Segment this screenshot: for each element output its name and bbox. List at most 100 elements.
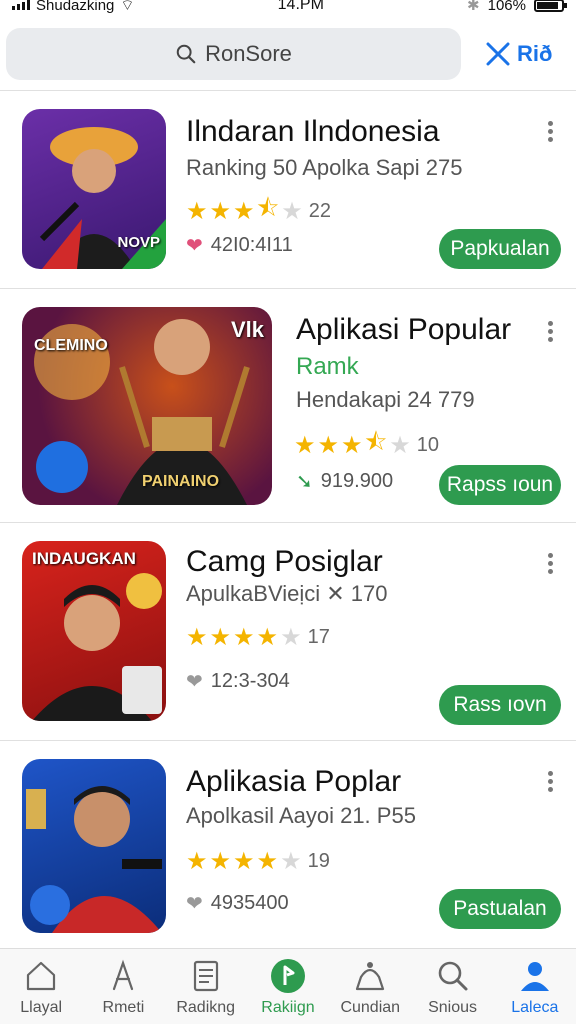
app-icon-label: INDAUGKAN <box>32 549 136 568</box>
app-card[interactable]: Aplikasia Poplar Apolkasil Aayoi 21. P55… <box>0 740 576 948</box>
star-empty-icon: ★ <box>280 624 302 651</box>
nav-item-list[interactable]: Radikng <box>165 949 247 1024</box>
meta-value: 12:3-304 <box>210 670 290 692</box>
category-icon <box>356 962 385 991</box>
status-left: Shudazking ⌔ <box>12 0 135 15</box>
rating-stars: ★ ★ ★ ★ ★ 17 <box>186 623 330 652</box>
app-title[interactable]: Aplikasia Poplar <box>186 765 401 799</box>
nav-item-ranking[interactable]: Rakiign <box>247 949 329 1024</box>
search-icon <box>176 44 196 64</box>
apps-icon <box>113 959 134 991</box>
star-icon: ★ <box>186 848 208 875</box>
battery-icon <box>534 0 567 12</box>
close-icon <box>486 42 510 66</box>
rating-stars: ★ ★ ★ ⯪ ★ 22 <box>186 191 331 232</box>
meta-value: 4935400 <box>210 892 289 914</box>
search-input[interactable]: RonSore <box>6 28 461 80</box>
rating-count: 10 <box>416 434 440 456</box>
app-card[interactable]: CLEMINO PAINAINO Vlk Aplikasi Popular Ra… <box>0 288 576 522</box>
app-icon-label: NOVP <box>117 234 160 251</box>
star-icon: ★ <box>209 624 232 651</box>
search-icon <box>438 961 468 991</box>
nav-label: Rakiign <box>261 999 315 1016</box>
star-empty-icon: ★ <box>389 432 411 459</box>
meta-value: 919.900 <box>320 470 394 492</box>
star-icon: ★ <box>317 432 340 459</box>
app-subtitle: Apolkasil Aayoi 21. P55 <box>186 803 416 828</box>
search-action-label: Rið <box>517 41 553 66</box>
star-icon: ★ <box>186 198 208 225</box>
app-meta: ❤ 42I0:4I11 <box>186 233 293 258</box>
signal-icon <box>12 0 30 10</box>
app-title[interactable]: Aplikasi Popular <box>296 313 511 347</box>
nav-label: Laleca <box>511 999 559 1016</box>
more-options-icon[interactable] <box>544 121 556 142</box>
rating-stars: ★ ★ ★ ★ ★ 19 <box>186 847 330 876</box>
app-subtitle: Hendakapi 24 779 <box>296 387 475 412</box>
star-icon: ★ <box>294 432 316 459</box>
nav-label: Radikng <box>176 999 236 1016</box>
more-options-icon[interactable] <box>544 321 556 342</box>
star-icon: ★ <box>233 624 255 651</box>
ranking-icon <box>270 959 305 993</box>
nav-item-apps[interactable]: Rmeti <box>82 949 164 1024</box>
star-icon: ★ <box>209 198 232 225</box>
star-icon: ★ <box>233 198 255 225</box>
app-icon[interactable]: INDAUGKAN <box>22 541 166 721</box>
nav-item-home[interactable]: Llayal <box>0 949 82 1024</box>
more-options-icon[interactable] <box>544 553 556 574</box>
app-subtitle: Ranking 50 Apolka Sapi 275 <box>186 155 463 180</box>
nav-label: Cundian <box>340 999 401 1016</box>
nav-label: Rmeti <box>102 999 145 1016</box>
rating-count: 17 <box>307 626 330 648</box>
app-card[interactable]: INDAUGKAN Camg Posiglar ApulkaBVieịci ✕ … <box>0 522 576 740</box>
search-action-button[interactable]: Rið <box>483 39 552 69</box>
app-meta: ❤ 12:3-304 <box>186 669 290 694</box>
app-icon-label: CLEMINO <box>34 337 108 354</box>
app-icon[interactable]: NOVP <box>22 109 166 269</box>
app-meta: ❤ 4935400 <box>186 891 289 916</box>
star-empty-icon: ★ <box>281 198 303 225</box>
app-title[interactable]: Ilndaran Ilndonesia <box>186 115 440 149</box>
app-icon-label: Vlk <box>230 317 264 342</box>
app-title[interactable]: Camg Posiglar <box>186 545 383 579</box>
rating-stars: ★ ★ ★ ⯪ ★ 10 <box>294 425 439 466</box>
status-right: ✱ 106% <box>467 0 567 14</box>
search-row: RonSore Rið <box>0 26 576 82</box>
star-icon: ★ <box>341 432 363 459</box>
home-icon <box>27 961 56 991</box>
heart-icon: ❤ <box>186 893 203 915</box>
list-icon <box>193 960 218 992</box>
heart-icon: ❤ <box>186 235 203 257</box>
install-button[interactable]: Rass ıovn <box>439 685 561 725</box>
more-options-icon[interactable] <box>544 771 556 792</box>
heart-icon: ❤ <box>186 671 203 693</box>
app-subtitle: ApulkaBVieịci ✕ 170 <box>186 581 388 606</box>
bottom-nav: Llayal Rmeti Radikng Rakiign Cundian Sni… <box>0 948 576 1024</box>
rating-count: 22 <box>308 200 332 222</box>
profile-icon <box>520 962 549 991</box>
app-artwork <box>26 786 162 933</box>
status-bar: Shudazking ⌔ 14.PM ✱ 106% <box>0 0 576 16</box>
star-icon: ★ <box>233 848 255 875</box>
nav-item-profile[interactable]: Laleca <box>494 949 576 1024</box>
app-icon[interactable]: CLEMINO PAINAINO Vlk <box>22 307 272 505</box>
app-rank: Ramk <box>296 353 359 380</box>
app-icon-label: PAINAINO <box>142 473 220 490</box>
star-icon: ★ <box>209 848 232 875</box>
download-icon: ➘ <box>296 471 313 493</box>
nav-item-search[interactable]: Snious <box>411 949 493 1024</box>
battery-label: 106% <box>487 0 526 14</box>
app-icon[interactable] <box>22 759 166 933</box>
install-button[interactable]: Papkualan <box>439 229 561 269</box>
app-card[interactable]: NOVP Ilndaran Ilndonesia Ranking 50 Apol… <box>0 90 576 288</box>
search-placeholder: RonSore <box>205 41 292 66</box>
star-icon: ★ <box>256 848 279 875</box>
install-button[interactable]: Rapss ıoun <box>439 465 561 505</box>
bluetooth-icon: ✱ <box>467 0 480 14</box>
meta-value: 42I0:4I11 <box>210 234 293 256</box>
nav-item-category[interactable]: Cundian <box>329 949 411 1024</box>
star-half-icon: ⯪ <box>364 429 388 456</box>
carrier-label: Shudazking <box>36 0 115 14</box>
install-button[interactable]: Pastualan <box>439 889 561 929</box>
